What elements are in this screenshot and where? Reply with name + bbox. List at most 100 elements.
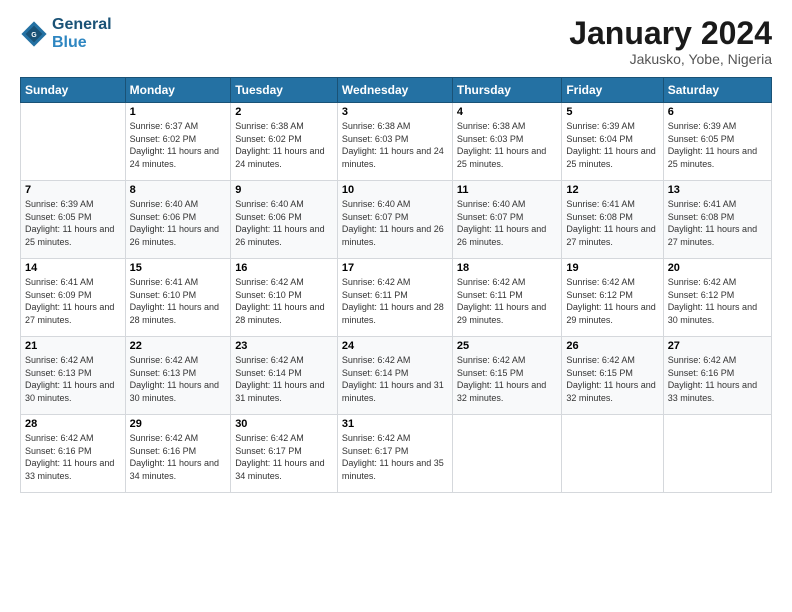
day-info: Sunrise: 6:41 AMSunset: 6:08 PMDaylight:…: [566, 198, 658, 248]
calendar-cell: 16 Sunrise: 6:42 AMSunset: 6:10 PMDaylig…: [231, 259, 338, 337]
day-info: Sunrise: 6:42 AMSunset: 6:12 PMDaylight:…: [566, 276, 658, 326]
calendar-table: Sunday Monday Tuesday Wednesday Thursday…: [20, 77, 772, 493]
calendar-cell: 5 Sunrise: 6:39 AMSunset: 6:04 PMDayligh…: [562, 103, 663, 181]
day-info: Sunrise: 6:42 AMSunset: 6:13 PMDaylight:…: [130, 354, 227, 404]
day-number: 17: [342, 262, 448, 274]
month-title: January 2024: [569, 16, 772, 51]
day-info: Sunrise: 6:42 AMSunset: 6:17 PMDaylight:…: [235, 432, 333, 482]
calendar-cell: 1 Sunrise: 6:37 AMSunset: 6:02 PMDayligh…: [125, 103, 231, 181]
day-number: 9: [235, 184, 333, 196]
calendar-cell: 26 Sunrise: 6:42 AMSunset: 6:15 PMDaylig…: [562, 337, 663, 415]
day-info: Sunrise: 6:38 AMSunset: 6:03 PMDaylight:…: [342, 120, 448, 170]
svg-text:G: G: [31, 31, 37, 38]
day-info: Sunrise: 6:42 AMSunset: 6:14 PMDaylight:…: [342, 354, 448, 404]
logo: G General Blue: [20, 16, 112, 51]
col-thursday: Thursday: [452, 78, 561, 103]
calendar-cell: 25 Sunrise: 6:42 AMSunset: 6:15 PMDaylig…: [452, 337, 561, 415]
calendar-cell: [663, 415, 771, 493]
day-info: Sunrise: 6:42 AMSunset: 6:15 PMDaylight:…: [566, 354, 658, 404]
day-number: 26: [566, 340, 658, 352]
day-number: 3: [342, 106, 448, 118]
calendar-cell: 30 Sunrise: 6:42 AMSunset: 6:17 PMDaylig…: [231, 415, 338, 493]
calendar-cell: 24 Sunrise: 6:42 AMSunset: 6:14 PMDaylig…: [337, 337, 452, 415]
calendar-cell: 11 Sunrise: 6:40 AMSunset: 6:07 PMDaylig…: [452, 181, 561, 259]
day-number: 15: [130, 262, 227, 274]
day-info: Sunrise: 6:40 AMSunset: 6:07 PMDaylight:…: [342, 198, 448, 248]
calendar-cell: 27 Sunrise: 6:42 AMSunset: 6:16 PMDaylig…: [663, 337, 771, 415]
day-info: Sunrise: 6:40 AMSunset: 6:06 PMDaylight:…: [235, 198, 333, 248]
day-info: Sunrise: 6:42 AMSunset: 6:16 PMDaylight:…: [25, 432, 121, 482]
calendar-body: 1 Sunrise: 6:37 AMSunset: 6:02 PMDayligh…: [21, 103, 772, 493]
day-number: 8: [130, 184, 227, 196]
day-number: 18: [457, 262, 557, 274]
calendar-cell: 31 Sunrise: 6:42 AMSunset: 6:17 PMDaylig…: [337, 415, 452, 493]
day-number: 20: [668, 262, 767, 274]
day-number: 24: [342, 340, 448, 352]
day-number: 25: [457, 340, 557, 352]
calendar-cell: 8 Sunrise: 6:40 AMSunset: 6:06 PMDayligh…: [125, 181, 231, 259]
day-info: Sunrise: 6:42 AMSunset: 6:16 PMDaylight:…: [130, 432, 227, 482]
col-tuesday: Tuesday: [231, 78, 338, 103]
day-info: Sunrise: 6:41 AMSunset: 6:09 PMDaylight:…: [25, 276, 121, 326]
day-number: 22: [130, 340, 227, 352]
calendar-cell: 29 Sunrise: 6:42 AMSunset: 6:16 PMDaylig…: [125, 415, 231, 493]
calendar-cell: 20 Sunrise: 6:42 AMSunset: 6:12 PMDaylig…: [663, 259, 771, 337]
col-friday: Friday: [562, 78, 663, 103]
calendar-cell: 7 Sunrise: 6:39 AMSunset: 6:05 PMDayligh…: [21, 181, 126, 259]
calendar-cell: 21 Sunrise: 6:42 AMSunset: 6:13 PMDaylig…: [21, 337, 126, 415]
day-number: 13: [668, 184, 767, 196]
header: G General Blue January 2024 Jakusko, Yob…: [20, 16, 772, 67]
day-number: 1: [130, 106, 227, 118]
day-number: 30: [235, 418, 333, 430]
day-info: Sunrise: 6:41 AMSunset: 6:10 PMDaylight:…: [130, 276, 227, 326]
calendar-cell: 18 Sunrise: 6:42 AMSunset: 6:11 PMDaylig…: [452, 259, 561, 337]
calendar-cell: 3 Sunrise: 6:38 AMSunset: 6:03 PMDayligh…: [337, 103, 452, 181]
calendar-cell: 22 Sunrise: 6:42 AMSunset: 6:13 PMDaylig…: [125, 337, 231, 415]
day-number: 14: [25, 262, 121, 274]
day-info: Sunrise: 6:42 AMSunset: 6:14 PMDaylight:…: [235, 354, 333, 404]
location: Jakusko, Yobe, Nigeria: [569, 51, 772, 67]
calendar-week-1: 1 Sunrise: 6:37 AMSunset: 6:02 PMDayligh…: [21, 103, 772, 181]
calendar-week-2: 7 Sunrise: 6:39 AMSunset: 6:05 PMDayligh…: [21, 181, 772, 259]
col-saturday: Saturday: [663, 78, 771, 103]
logo-icon: G: [20, 20, 48, 48]
day-info: Sunrise: 6:39 AMSunset: 6:04 PMDaylight:…: [566, 120, 658, 170]
day-info: Sunrise: 6:42 AMSunset: 6:15 PMDaylight:…: [457, 354, 557, 404]
day-number: 7: [25, 184, 121, 196]
calendar-cell: 13 Sunrise: 6:41 AMSunset: 6:08 PMDaylig…: [663, 181, 771, 259]
page-container: G General Blue January 2024 Jakusko, Yob…: [0, 0, 792, 503]
col-monday: Monday: [125, 78, 231, 103]
calendar-cell: 9 Sunrise: 6:40 AMSunset: 6:06 PMDayligh…: [231, 181, 338, 259]
calendar-cell: 4 Sunrise: 6:38 AMSunset: 6:03 PMDayligh…: [452, 103, 561, 181]
calendar-cell: 17 Sunrise: 6:42 AMSunset: 6:11 PMDaylig…: [337, 259, 452, 337]
day-info: Sunrise: 6:39 AMSunset: 6:05 PMDaylight:…: [25, 198, 121, 248]
day-number: 21: [25, 340, 121, 352]
day-info: Sunrise: 6:37 AMSunset: 6:02 PMDaylight:…: [130, 120, 227, 170]
day-number: 11: [457, 184, 557, 196]
day-info: Sunrise: 6:42 AMSunset: 6:10 PMDaylight:…: [235, 276, 333, 326]
calendar-cell: 10 Sunrise: 6:40 AMSunset: 6:07 PMDaylig…: [337, 181, 452, 259]
day-info: Sunrise: 6:42 AMSunset: 6:17 PMDaylight:…: [342, 432, 448, 482]
day-number: 31: [342, 418, 448, 430]
day-number: 2: [235, 106, 333, 118]
day-info: Sunrise: 6:42 AMSunset: 6:16 PMDaylight:…: [668, 354, 767, 404]
calendar-week-4: 21 Sunrise: 6:42 AMSunset: 6:13 PMDaylig…: [21, 337, 772, 415]
day-info: Sunrise: 6:42 AMSunset: 6:11 PMDaylight:…: [457, 276, 557, 326]
day-number: 10: [342, 184, 448, 196]
calendar-cell: 15 Sunrise: 6:41 AMSunset: 6:10 PMDaylig…: [125, 259, 231, 337]
col-sunday: Sunday: [21, 78, 126, 103]
day-number: 28: [25, 418, 121, 430]
calendar-week-3: 14 Sunrise: 6:41 AMSunset: 6:09 PMDaylig…: [21, 259, 772, 337]
calendar-cell: 19 Sunrise: 6:42 AMSunset: 6:12 PMDaylig…: [562, 259, 663, 337]
day-info: Sunrise: 6:42 AMSunset: 6:12 PMDaylight:…: [668, 276, 767, 326]
col-wednesday: Wednesday: [337, 78, 452, 103]
calendar-cell: 23 Sunrise: 6:42 AMSunset: 6:14 PMDaylig…: [231, 337, 338, 415]
day-number: 23: [235, 340, 333, 352]
calendar-cell: 28 Sunrise: 6:42 AMSunset: 6:16 PMDaylig…: [21, 415, 126, 493]
calendar-cell: 12 Sunrise: 6:41 AMSunset: 6:08 PMDaylig…: [562, 181, 663, 259]
title-block: January 2024 Jakusko, Yobe, Nigeria: [569, 16, 772, 67]
day-number: 6: [668, 106, 767, 118]
logo-text: General Blue: [52, 16, 112, 51]
day-number: 12: [566, 184, 658, 196]
day-info: Sunrise: 6:38 AMSunset: 6:03 PMDaylight:…: [457, 120, 557, 170]
